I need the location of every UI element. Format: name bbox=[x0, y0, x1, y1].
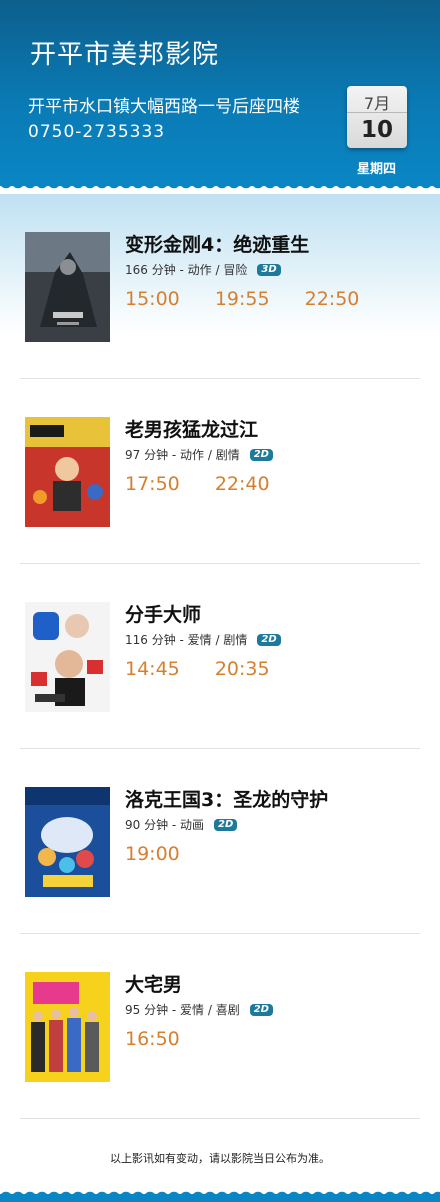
date-day: 10 bbox=[360, 117, 393, 143]
showtime[interactable]: 17:50 bbox=[125, 473, 180, 495]
date-month: 7月 bbox=[347, 86, 407, 113]
movie-meta: 90 分钟 - 动画 2D bbox=[125, 816, 238, 833]
movie-item[interactable]: 变形金刚4：绝迹重生 166 分钟 - 动作 / 冒险 3D 15:00 19:… bbox=[20, 194, 420, 379]
movie-meta: 97 分钟 - 动作 / 剧情 2D bbox=[125, 446, 273, 463]
disclaimer-note: 以上影讯如有变动，请以影院当日公布为准。 bbox=[110, 1152, 330, 1165]
movie-list: 变形金刚4：绝迹重生 166 分钟 - 动作 / 冒险 3D 15:00 19:… bbox=[0, 194, 440, 1180]
movie-title[interactable]: 变形金刚4：绝迹重生 bbox=[125, 230, 309, 257]
movie-meta: 116 分钟 - 爱情 / 剧情 2D bbox=[125, 631, 281, 648]
movie-item[interactable]: 老男孩猛龙过江 97 分钟 - 动作 / 剧情 2D 17:50 22:40 bbox=[20, 379, 420, 564]
movie-item[interactable]: 洛克王国3：圣龙的守护 90 分钟 - 动画 2D 19:00 bbox=[20, 749, 420, 934]
format-badge: 2D bbox=[249, 448, 273, 461]
movie-item[interactable]: 大宅男 95 分钟 - 爱情 / 喜剧 2D 16:50 bbox=[20, 934, 420, 1119]
showtime[interactable]: 14:45 bbox=[125, 658, 180, 680]
showtime[interactable]: 15:00 bbox=[125, 288, 180, 310]
movie-duration-genre: 90 分钟 - 动画 bbox=[125, 818, 205, 832]
movie-title[interactable]: 分手大师 bbox=[125, 600, 201, 627]
movie-poster[interactable] bbox=[25, 787, 110, 897]
cinema-name: 开平市美邦影院 bbox=[30, 40, 220, 70]
showtime[interactable]: 16:50 bbox=[125, 1028, 180, 1050]
showtime[interactable]: 20:35 bbox=[215, 658, 270, 680]
divider bbox=[20, 1118, 420, 1119]
movie-meta: 95 分钟 - 爱情 / 喜剧 2D bbox=[125, 1001, 273, 1018]
movie-title[interactable]: 洛克王国3：圣龙的守护 bbox=[125, 785, 328, 812]
showtimes: 19:00 bbox=[125, 843, 209, 865]
format-badge: 3D bbox=[257, 263, 281, 276]
cinema-phone[interactable]: 0750-2735333 bbox=[28, 122, 165, 142]
showtimes: 14:45 20:35 bbox=[125, 658, 299, 680]
movie-item[interactable]: 分手大师 116 分钟 - 爱情 / 剧情 2D 14:45 20:35 bbox=[20, 564, 420, 749]
cinema-address: 开平市水口镇大幅西路一号后座四楼 bbox=[28, 97, 300, 117]
movie-title[interactable]: 大宅男 bbox=[125, 970, 182, 997]
showtimes: 17:50 22:40 bbox=[125, 473, 299, 495]
movie-poster[interactable] bbox=[25, 602, 110, 712]
header-scallop-edge bbox=[0, 182, 440, 194]
showtime[interactable]: 19:55 bbox=[215, 288, 270, 310]
movie-duration-genre: 95 分钟 - 爱情 / 喜剧 bbox=[125, 1003, 240, 1017]
movie-poster[interactable] bbox=[25, 972, 110, 1082]
date-card: 7月 10 bbox=[347, 86, 407, 148]
footer-scallop-edge bbox=[0, 1186, 440, 1202]
movie-duration-genre: 166 分钟 - 动作 / 冒险 bbox=[125, 263, 248, 277]
showtime[interactable]: 22:40 bbox=[215, 473, 270, 495]
format-badge: 2D bbox=[214, 818, 238, 831]
movie-duration-genre: 116 分钟 - 爱情 / 剧情 bbox=[125, 633, 248, 647]
showtime[interactable]: 19:00 bbox=[125, 843, 180, 865]
format-badge: 2D bbox=[257, 633, 281, 646]
movie-poster[interactable] bbox=[25, 417, 110, 527]
cinema-header: 开平市美邦影院 开平市水口镇大幅西路一号后座四楼 0750-2735333 7月… bbox=[0, 0, 440, 186]
showtimes: 16:50 bbox=[125, 1028, 209, 1050]
showtimes: 15:00 19:55 22:50 bbox=[125, 288, 388, 310]
showtime[interactable]: 22:50 bbox=[305, 288, 360, 310]
movie-title[interactable]: 老男孩猛龙过江 bbox=[125, 415, 258, 442]
movie-meta: 166 分钟 - 动作 / 冒险 3D bbox=[125, 261, 281, 278]
date-weekday: 星期四 bbox=[357, 162, 397, 177]
format-badge: 2D bbox=[249, 1003, 273, 1016]
movie-duration-genre: 97 分钟 - 动作 / 剧情 bbox=[125, 448, 240, 462]
movie-poster[interactable] bbox=[25, 232, 110, 342]
